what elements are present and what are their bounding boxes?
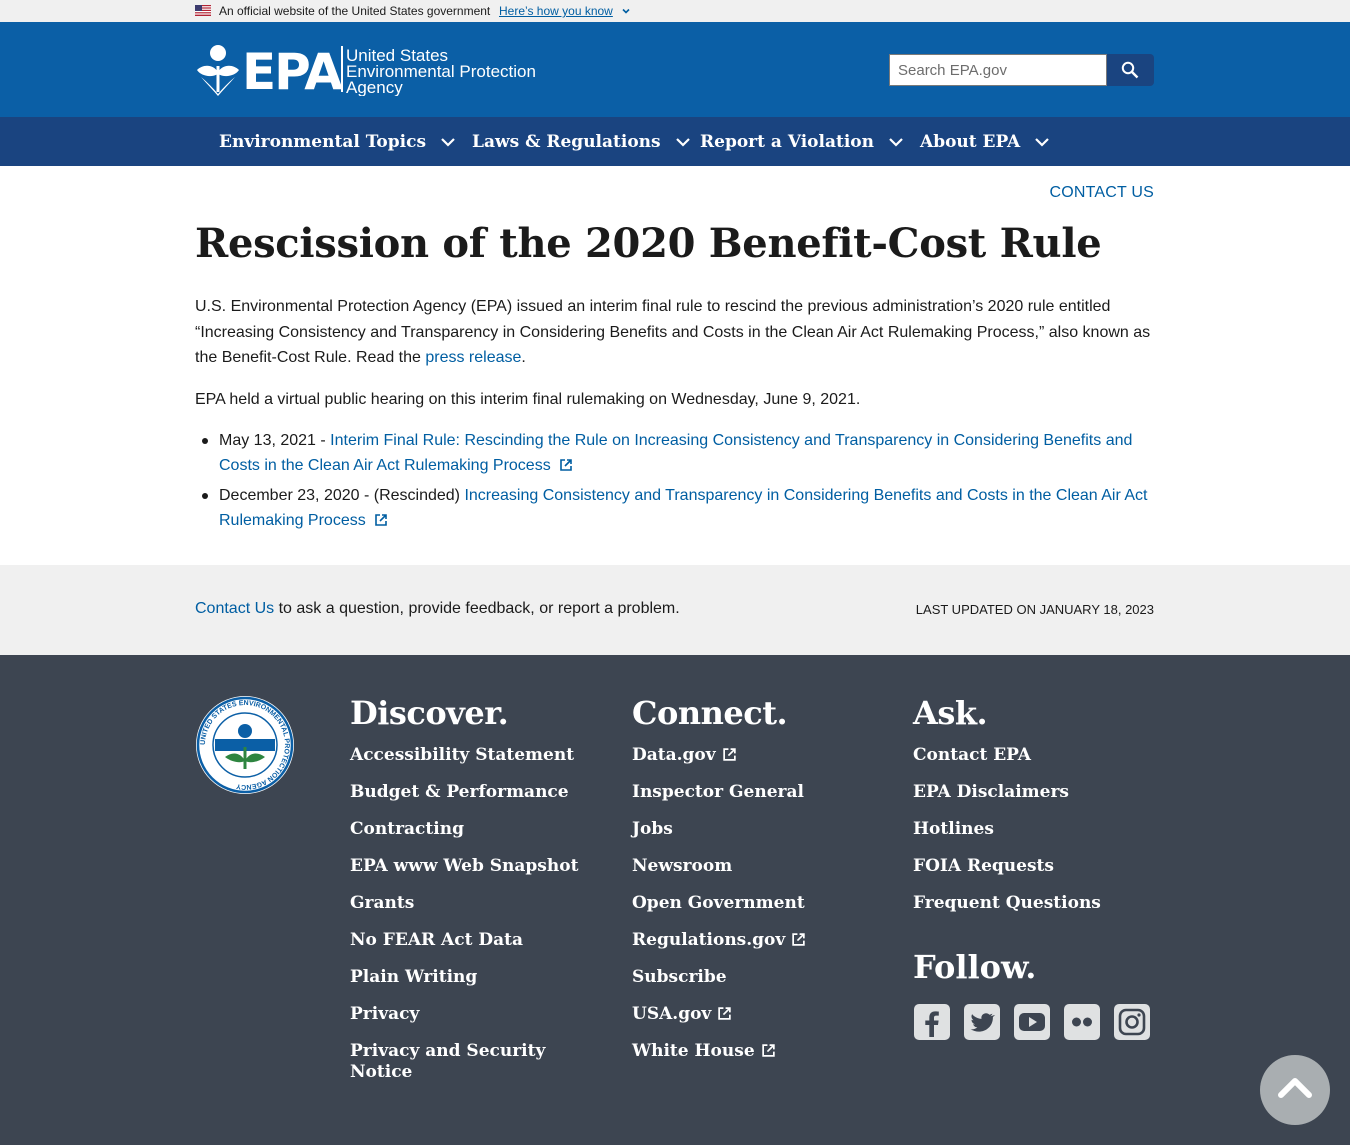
footer-link-plain-writing[interactable]: Plain Writing [350, 967, 590, 988]
chevron-down-icon[interactable] [620, 5, 632, 17]
document-list: May 13, 2021 - Interim Final Rule: Resci… [195, 428, 1155, 538]
search-icon [1121, 61, 1139, 79]
official-website-text: An official website of the United States… [219, 4, 491, 18]
gov-banner: An official website of the United States… [0, 0, 1350, 22]
contact-us-feedback-link[interactable]: Contact Us [195, 600, 274, 617]
footer-link-grants[interactable]: Grants [350, 893, 590, 914]
nav-label: Laws & Regulations [472, 131, 661, 152]
external-link-icon [792, 933, 805, 946]
instagram-icon[interactable] [1113, 1003, 1151, 1041]
footer-link-web-snapshot[interactable]: EPA www Web Snapshot [350, 856, 590, 877]
facebook-icon[interactable] [913, 1003, 951, 1041]
nav-report-violation[interactable]: Report a Violation [700, 117, 904, 166]
heres-how-you-know-link[interactable]: Here’s how you know [499, 4, 613, 18]
search-input[interactable] [889, 54, 1107, 86]
footer-link-jobs[interactable]: Jobs [632, 819, 872, 840]
link-label: Data.gov [632, 745, 716, 765]
site-header: EPA United States Environmental Protecti… [0, 22, 1350, 117]
youtube-icon[interactable] [1013, 1003, 1051, 1041]
footer-link-newsroom[interactable]: Newsroom [632, 856, 872, 877]
footer-link-budget[interactable]: Budget & Performance [350, 782, 590, 803]
svg-text:Agency: Agency [346, 78, 403, 96]
search-button[interactable] [1107, 54, 1154, 86]
last-updated: LAST UPDATED ON JANUARY 18, 2023 [915, 602, 1154, 617]
link-label: Regulations.gov [632, 930, 786, 950]
footer-link-contact-epa[interactable]: Contact EPA [913, 745, 1153, 766]
intro-paragraph: U.S. Environmental Protection Agency (EP… [195, 294, 1155, 371]
site-footer: UNITED STATES ENVIRONMENTAL PROTECTION A… [0, 655, 1350, 1145]
feedback-band: Contact Us to ask a question, provide fe… [0, 565, 1350, 655]
chevron-down-icon [1035, 137, 1050, 147]
follow-title: Follow. [913, 948, 1037, 986]
nav-environmental-topics[interactable]: Environmental Topics [219, 117, 456, 166]
footer-link-foia[interactable]: FOIA Requests [913, 856, 1153, 877]
social-links [913, 1003, 1151, 1041]
nav-label: Report a Violation [700, 131, 875, 152]
external-link-icon [722, 748, 736, 761]
main-nav: Environmental Topics Laws & Regulations … [0, 117, 1350, 166]
external-link-icon [560, 459, 572, 471]
list-item: May 13, 2021 - Interim Final Rule: Resci… [195, 428, 1155, 478]
item-date: December 23, 2020 - (Rescinded) [219, 487, 465, 504]
us-flag-icon [195, 5, 211, 16]
chevron-down-icon [441, 137, 455, 147]
chevron-up-icon [1278, 1078, 1312, 1098]
connect-column: Connect. Data.gov Inspector General Jobs… [632, 693, 872, 1078]
back-to-top-button[interactable] [1260, 1055, 1330, 1125]
footer-link-white-house[interactable]: White House [632, 1041, 872, 1062]
item-date: May 13, 2021 - [219, 432, 331, 449]
feedback-text: Contact Us to ask a question, provide fe… [195, 600, 680, 618]
footer-link-no-fear[interactable]: No FEAR Act Data [350, 930, 590, 951]
page-title: Rescission of the 2020 Benefit-Cost Rule [195, 220, 1102, 267]
nav-laws-regulations[interactable]: Laws & Regulations [472, 117, 691, 166]
chevron-down-icon [675, 137, 690, 147]
footer-link-data-gov[interactable]: Data.gov [632, 745, 872, 766]
footer-link-subscribe[interactable]: Subscribe [632, 967, 872, 988]
ask-column: Ask. Contact EPA EPA Disclaimers Hotline… [913, 693, 1153, 930]
epa-seal[interactable]: UNITED STATES ENVIRONMENTAL PROTECTION A… [195, 695, 295, 795]
footer-link-regulations-gov[interactable]: Regulations.gov [632, 930, 872, 951]
link-label: USA.gov [632, 1004, 712, 1024]
intro-text: U.S. Environmental Protection Agency (EP… [195, 298, 1151, 366]
intro-end: . [521, 349, 526, 366]
footer-link-hotlines[interactable]: Hotlines [913, 819, 1153, 840]
footer-link-privacy[interactable]: Privacy [350, 1004, 590, 1025]
connect-title: Connect. [632, 694, 788, 732]
external-link-icon [375, 514, 387, 526]
footer-link-inspector-general[interactable]: Inspector General [632, 782, 872, 803]
footer-link-contracting[interactable]: Contracting [350, 819, 590, 840]
discover-title: Discover. [350, 694, 509, 732]
flickr-icon[interactable] [1063, 1003, 1101, 1041]
external-link-icon [718, 1007, 732, 1020]
interim-final-rule-link[interactable]: Interim Final Rule: Rescinding the Rule … [219, 432, 1132, 474]
chevron-down-icon [889, 137, 903, 147]
hearing-paragraph: EPA held a virtual public hearing on thi… [195, 391, 861, 408]
svg-text:EPA: EPA [242, 44, 343, 96]
external-link-icon [761, 1044, 775, 1057]
link-label: White House [632, 1041, 755, 1061]
footer-link-accessibility[interactable]: Accessibility Statement [350, 745, 590, 766]
press-release-link[interactable]: press release [425, 349, 521, 366]
ask-title: Ask. [913, 694, 988, 732]
footer-link-privacy-security[interactable]: Privacy and Security Notice [350, 1041, 590, 1083]
footer-link-open-government[interactable]: Open Government [632, 893, 872, 914]
nav-label: Environmental Topics [219, 131, 427, 152]
epa-logo[interactable]: EPA United States Environmental Protecti… [195, 44, 545, 96]
nav-about-epa[interactable]: About EPA [920, 117, 1050, 166]
discover-column: Discover. Accessibility Statement Budget… [350, 693, 590, 1099]
nav-label: About EPA [920, 131, 1021, 152]
list-item: December 23, 2020 - (Rescinded) Increasi… [195, 483, 1155, 533]
feedback-sentence: to ask a question, provide feedback, or … [274, 600, 680, 617]
contact-us-link[interactable]: CONTACT US [1049, 184, 1154, 202]
twitter-icon[interactable] [963, 1003, 1001, 1041]
footer-link-disclaimers[interactable]: EPA Disclaimers [913, 782, 1153, 803]
footer-link-usa-gov[interactable]: USA.gov [632, 1004, 872, 1025]
footer-link-frequent-questions[interactable]: Frequent Questions [913, 893, 1153, 914]
